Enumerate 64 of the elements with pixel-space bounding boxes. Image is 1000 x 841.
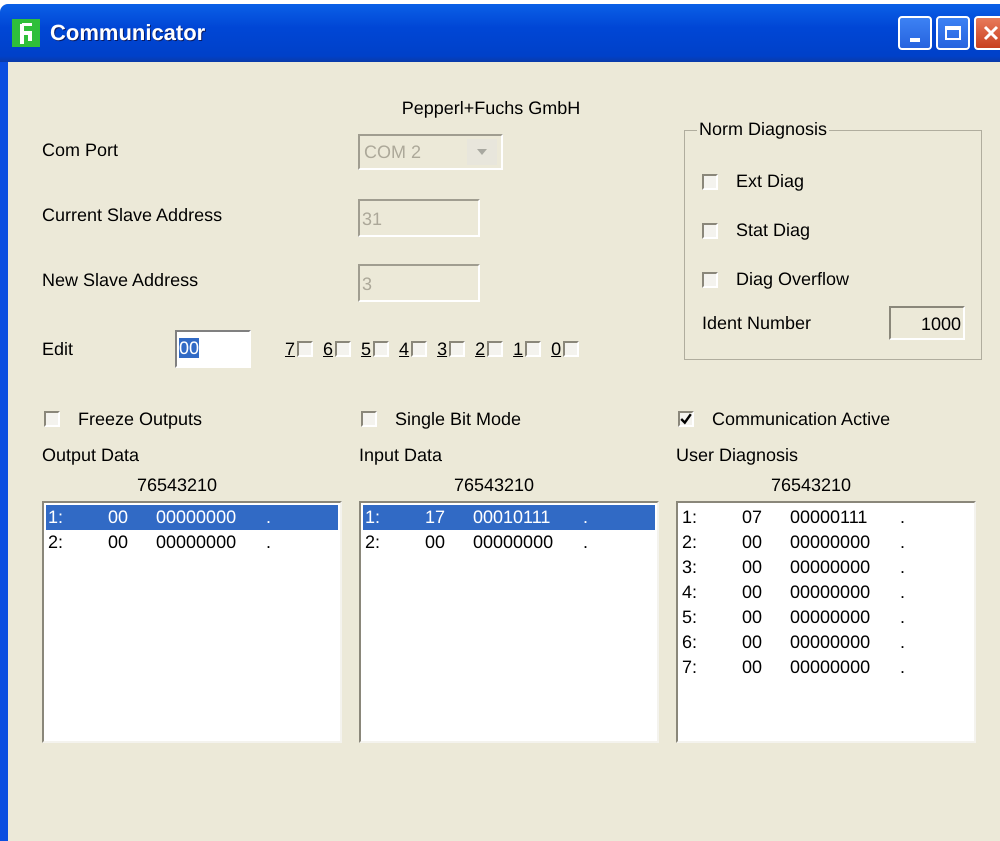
dropdown-arrow-icon [477, 149, 487, 155]
checkbox[interactable] [702, 174, 718, 190]
data-list[interactable]: 1: 07 00000111 . 2: 00 00000000 . 3: 00 00000000 . 4: 00 00000000 . 5: 00 00000000 . 6: 00 00000000 . 7: 00 00000000 . [676, 501, 976, 743]
bit-checkbox[interactable] [487, 341, 504, 357]
bit-label: 3 [437, 338, 448, 360]
window-title: Communicator [50, 20, 206, 46]
bit-label: 1 [513, 338, 524, 360]
minimize-button[interactable] [898, 16, 932, 50]
list-row[interactable]: 2: 00 00000000 . [680, 530, 972, 555]
checkbox-label: Freeze Outputs [78, 408, 202, 430]
checkbox[interactable] [678, 411, 694, 427]
list-row[interactable]: 3: 00 00000000 . [680, 555, 972, 580]
checkbox[interactable] [361, 411, 377, 427]
bit-label: 7 [285, 338, 296, 360]
edit-field[interactable]: 00 [175, 330, 251, 368]
bit-checkbox[interactable] [525, 341, 542, 357]
checkbox[interactable] [702, 272, 718, 288]
data-list[interactable]: 1: 00 00000000 . 2: 00 00000000 . [42, 501, 342, 743]
bit-checkbox[interactable] [563, 341, 580, 357]
checkbox-label: Single Bit Mode [395, 408, 522, 430]
list-row[interactable]: 2: 00 00000000 . [363, 530, 655, 555]
field-label: Current Slave Address [42, 204, 224, 226]
bit-checkbox[interactable] [449, 341, 466, 357]
maximize-button[interactable] [936, 16, 970, 50]
bit-label: 2 [475, 338, 486, 360]
close-icon [981, 23, 1000, 43]
checkbox-label: Ext Diag [736, 171, 804, 192]
panel-title: Output Data [42, 445, 140, 467]
ident-number-field: 1000 [889, 306, 965, 340]
list-row[interactable]: 1: 00 00000000 . [46, 505, 338, 530]
field-label: Edit [42, 338, 74, 360]
list-row[interactable]: 6: 00 00000000 . [680, 630, 972, 655]
bit-label: 0 [551, 338, 562, 360]
close-button[interactable] [974, 16, 1000, 50]
company-name: Pepperl+Fuchs GmbH [402, 98, 580, 120]
panel-title: Input Data [359, 445, 444, 467]
checkbox-label: Diag Overflow [736, 269, 850, 290]
list-row[interactable]: 7: 00 00000000 . [680, 655, 972, 680]
panel-title: User Diagnosis [676, 445, 800, 467]
group-title: Norm Diagnosis [697, 119, 830, 140]
list-row[interactable]: 2: 00 00000000 . [46, 530, 338, 555]
field-label: Com Port [42, 139, 120, 161]
checkbox-label: Stat Diag [736, 220, 810, 241]
bit-checkbox[interactable] [411, 341, 428, 357]
bit-label: 4 [399, 338, 410, 360]
bit-header: 76543210 [136, 475, 218, 497]
app-logo-icon [12, 19, 40, 47]
bit-checkbox[interactable] [373, 341, 390, 357]
bit-label: 5 [361, 338, 372, 360]
field-label: New Slave Address [42, 269, 200, 291]
bit-label: 6 [323, 338, 334, 360]
ident-number-label: Ident Number [702, 312, 812, 334]
checkbox[interactable] [44, 411, 60, 427]
list-row[interactable]: 1: 17 00010111 . [363, 505, 655, 530]
data-list[interactable]: 1: 17 00010111 . 2: 00 00000000 . [359, 501, 659, 743]
checkbox[interactable] [702, 222, 718, 238]
list-row[interactable]: 1: 07 00000111 . [680, 505, 972, 530]
bit-checkbox[interactable] [335, 341, 352, 357]
checkbox-label: Communication Active [712, 408, 890, 430]
list-row[interactable]: 4: 00 00000000 . [680, 580, 972, 605]
bit-header: 76543210 [454, 475, 534, 497]
bit-header: 76543210 [770, 475, 852, 497]
bit-checkbox[interactable] [297, 341, 314, 357]
list-row[interactable]: 5: 00 00000000 . [680, 605, 972, 630]
